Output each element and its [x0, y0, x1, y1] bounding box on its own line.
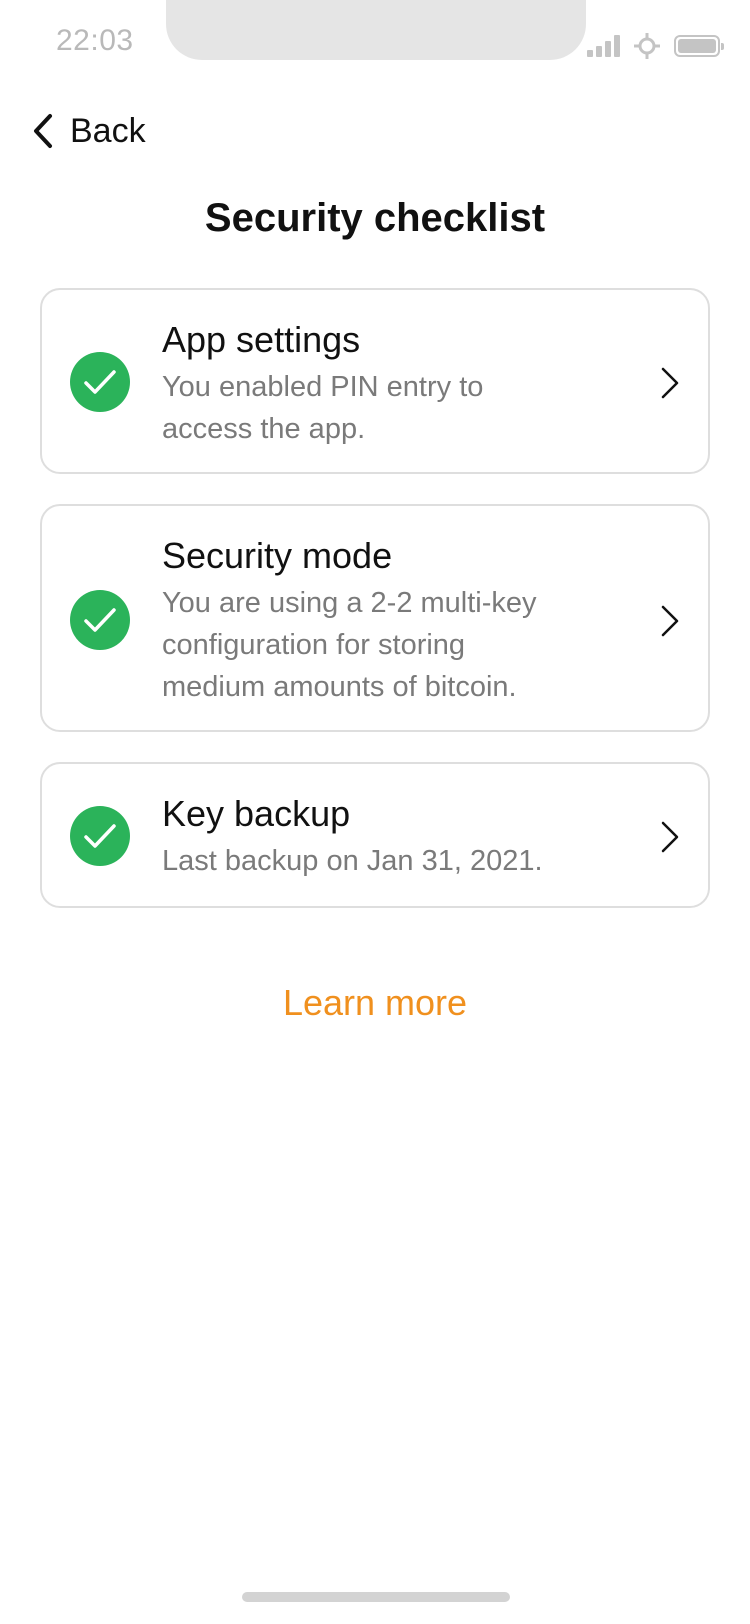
- checklist-item-description: You enabled PIN entry to access the app.: [162, 371, 484, 445]
- page-title: Security checklist: [204, 196, 546, 240]
- checklist-item-app-settings[interactable]: App settings You enabled PIN entry to ac…: [40, 288, 710, 474]
- chevron-left-icon: [34, 114, 52, 148]
- chevron-right-icon: [661, 605, 679, 637]
- checklist-item-title: App settings: [162, 319, 361, 360]
- back-button[interactable]: Back: [32, 108, 146, 154]
- learn-more-link[interactable]: Learn more: [0, 982, 750, 1024]
- connection-icon: [634, 33, 660, 59]
- chevron-right-icon: [661, 367, 679, 399]
- security-checklist-screen: 22:03 Back Security checklist App settin…: [0, 0, 750, 1624]
- check-icon: [70, 806, 130, 866]
- battery-icon: [674, 35, 724, 57]
- checklist-item-description: You are using a 2-2 multi-key configurat…: [162, 587, 537, 703]
- notch: [166, 0, 586, 60]
- back-label: Back: [70, 111, 146, 150]
- checklist-item-title: Key backup: [162, 793, 351, 834]
- check-icon: [70, 352, 130, 412]
- status-icons: [587, 30, 724, 62]
- home-indicator: [242, 1592, 510, 1602]
- status-bar: 22:03: [0, 0, 750, 90]
- check-icon: [70, 590, 130, 650]
- chevron-right-icon: [661, 821, 679, 853]
- checklist-item-description: Last backup on Jan 31, 2021.: [162, 845, 543, 877]
- checklist-item-key-backup[interactable]: Key backup Last backup on Jan 31, 2021.: [40, 762, 710, 908]
- checklist-item-security-mode[interactable]: Security mode You are using a 2-2 multi-…: [40, 504, 710, 732]
- status-time: 22:03: [56, 24, 134, 57]
- signal-icon: [587, 35, 620, 57]
- checklist-item-title: Security mode: [162, 535, 393, 576]
